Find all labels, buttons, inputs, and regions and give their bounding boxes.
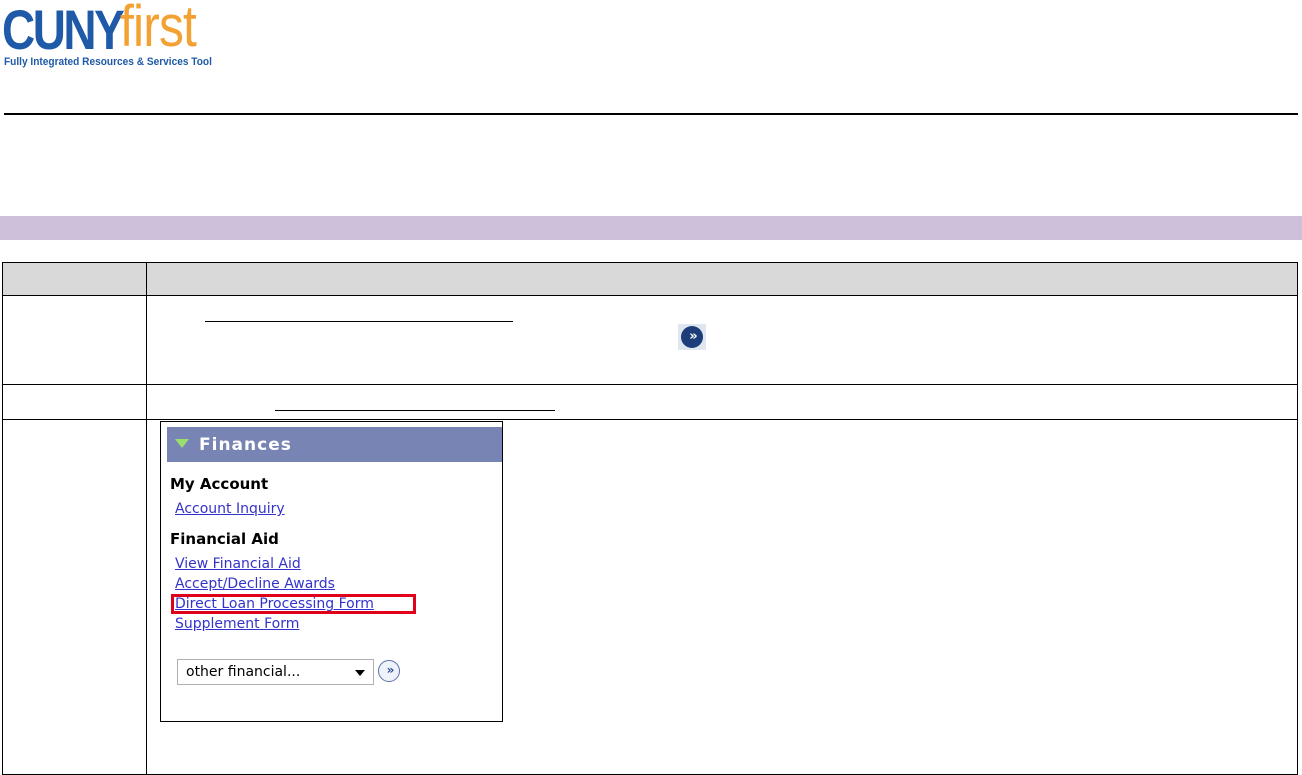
cunyfirst-logo: CUNY first Fully Integrated Resources & …: [2, 0, 238, 70]
steps-header-action: [146, 262, 1298, 296]
step-row-1-action: [146, 295, 1298, 385]
step-row-1-number: [2, 295, 147, 385]
steps-header-row: [2, 262, 1298, 296]
view-financial-aid-link[interactable]: View Financial Aid: [175, 556, 301, 572]
step-row-1: [2, 295, 1298, 385]
finances-pagelet: Finances My Account Account Inquiry Fina…: [160, 421, 503, 722]
header-divider: [4, 113, 1298, 115]
financial-aid-heading: Financial Aid: [170, 530, 279, 548]
logo-tagline: Fully Integrated Resources & Services To…: [4, 56, 212, 68]
finances-pagelet-title: Finances: [199, 435, 292, 455]
supplement-form-link[interactable]: Supplement Form: [175, 616, 299, 632]
section-heading-band: [0, 216, 1302, 240]
other-financial-select-value: other financial...: [186, 664, 301, 680]
accept-decline-awards-link[interactable]: Accept/Decline Awards: [175, 576, 335, 592]
dropdown-arrow-icon: [355, 670, 365, 676]
other-financial-select[interactable]: other financial...: [177, 659, 374, 685]
highlight-box: [171, 594, 416, 614]
fast-forward-icon: »: [678, 324, 706, 350]
step-row-2-number: [2, 384, 147, 420]
collapse-triangle-icon[interactable]: [175, 439, 189, 448]
underline-rule-2: [275, 410, 555, 411]
step-row-3-number: [2, 419, 147, 775]
steps-header-step: [2, 262, 147, 296]
account-inquiry-link[interactable]: Account Inquiry: [175, 501, 285, 517]
underline-rule-1: [205, 321, 513, 322]
logo-cuny-text: CUNY: [2, 0, 125, 61]
step-row-2-action: [146, 384, 1298, 420]
my-account-heading: My Account: [170, 475, 269, 493]
logo-first-text: first: [120, 0, 197, 59]
finances-pagelet-header[interactable]: Finances: [167, 427, 502, 462]
step-row-2: [2, 384, 1298, 420]
double-chevron-right-icon[interactable]: »: [378, 660, 400, 682]
